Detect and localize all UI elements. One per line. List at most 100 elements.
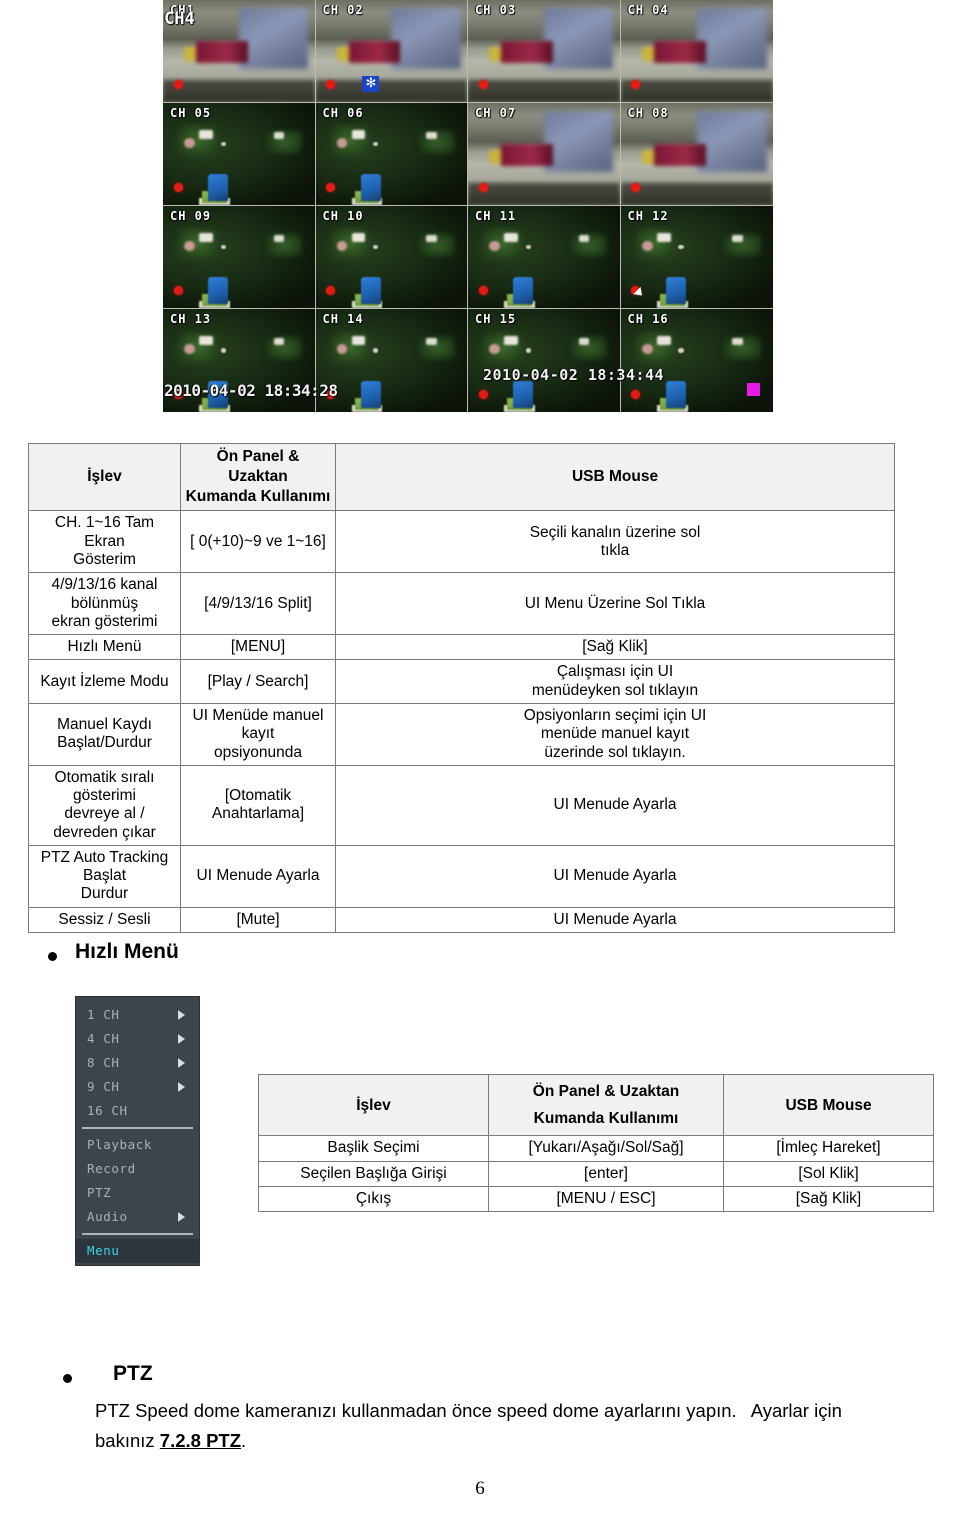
- scene-blob: [184, 46, 209, 62]
- ptz-description-paragraph: PTZ Speed dome kameranızı kullanmadan ön…: [95, 1396, 885, 1456]
- dvr-channel-cell: CH 16: [620, 309, 773, 412]
- section-heading-quick-menu: Hızlı Menü: [75, 940, 179, 963]
- chevron-right-icon: [178, 1212, 185, 1222]
- quick-menu-item-label: 1 CH: [87, 1007, 120, 1022]
- column-header-panel-remote: Ön Panel & Uzaktan Kumanda Kullanımı: [180, 442, 336, 512]
- cell-panel: [ 0(+10)~9 ve 1~16]: [180, 510, 336, 574]
- dvr-channel-cell: CH 03: [468, 0, 621, 103]
- cell-line: üzerinde sol tıklayın.: [544, 743, 686, 761]
- cell-mouse: [Sağ Klik]: [335, 634, 895, 661]
- recording-indicator-icon: [173, 182, 183, 192]
- channel-label: CH 05: [170, 106, 212, 120]
- table-row: Seçilen Başlığa Girişi [enter] [Sol Klik…: [258, 1160, 934, 1187]
- quick-menu-item-label: 4 CH: [87, 1031, 120, 1046]
- quick-menu-item-9ch[interactable]: 9 CH: [76, 1075, 199, 1099]
- table-row: CH. 1~16 Tam Ekran Gösterim [ 0(+10)~9 v…: [28, 510, 895, 574]
- page-number: 6: [475, 1478, 485, 1499]
- cell-function: Sessiz / Sesli: [28, 906, 181, 934]
- quick-menu-item-record[interactable]: Record: [76, 1157, 199, 1181]
- channel-label: CH 12: [627, 209, 669, 223]
- dvr-channel-cell: CH 08: [620, 103, 773, 206]
- cell-line: ekran gösterimi: [51, 612, 158, 630]
- scene-blob: [468, 79, 620, 102]
- channel-label: CH 04: [627, 3, 669, 17]
- quick-menu-item-16ch[interactable]: 16 CH: [76, 1099, 199, 1123]
- cell-panel: [enter]: [488, 1160, 724, 1187]
- cell-mouse: UI Menu Üzerine Sol Tıkla: [335, 572, 895, 636]
- dvr-channel-cell: CH 07: [468, 103, 621, 206]
- quick-menu-item-ptz[interactable]: PTZ: [76, 1181, 199, 1205]
- cell-line: 4/9/13/16 kanal bölünmüş: [51, 576, 158, 612]
- cell-panel: [Mute]: [180, 906, 336, 934]
- table-row: Kayıt İzleme Modu [Play / Search] Çalışm…: [28, 659, 895, 704]
- quick-menu-item-menu[interactable]: Menu: [76, 1239, 199, 1263]
- cell-function: Seçilen Başlığa Girişi: [258, 1160, 489, 1187]
- table-row: Manuel Kaydı Başlat/Durdur UI Menüde man…: [28, 702, 895, 766]
- dvr-channel-cell: CH 15: [468, 309, 621, 412]
- scene-blob: [315, 79, 467, 102]
- cell-line: Seçili kanalın üzerine sol: [529, 523, 701, 541]
- column-header-usb-mouse: USB Mouse: [723, 1073, 934, 1137]
- cell-mouse: Seçili kanalın üzerine sol tıkla: [335, 510, 895, 574]
- quick-menu-item-1ch[interactable]: 1 CH: [76, 1003, 199, 1027]
- recording-indicator-icon: [631, 389, 641, 399]
- header-line-2: Kumanda Kullanımı: [185, 488, 331, 506]
- scene-blob: [489, 46, 514, 62]
- channel-label: CH 09: [170, 209, 212, 223]
- table-header-row: İşlev Ön Panel & Uzaktan Kumanda Kullanı…: [258, 1073, 934, 1137]
- quick-menu-item-label: Audio: [87, 1209, 128, 1224]
- quick-menu-item-8ch[interactable]: 8 CH: [76, 1051, 199, 1075]
- menu-divider: [82, 1233, 193, 1235]
- cell-panel: [Otomatik Anahtarlama]: [180, 764, 336, 846]
- cell-mouse: UI Menude Ayarla: [335, 906, 895, 934]
- dvr-channel-cell: CH 06: [315, 103, 468, 206]
- cell-mouse: [Sağ Klik]: [723, 1185, 934, 1213]
- cell-panel: [Yukarı/Aşağı/Sol/Sağ]: [488, 1135, 724, 1162]
- quick-menu-item-label: Menu: [87, 1243, 120, 1258]
- quick-menu-item-playback[interactable]: Playback: [76, 1133, 199, 1157]
- cell-panel: UI Menüde manuel kayıt opsiyonunda: [180, 702, 336, 766]
- scene-blob: [163, 79, 315, 102]
- ptz-section-reference-link[interactable]: 7.2.8 PTZ: [160, 1430, 241, 1451]
- recording-indicator-icon: [631, 182, 641, 192]
- cell-line: Gösterim: [73, 550, 136, 568]
- channel-label: CH 03: [475, 3, 517, 17]
- chevron-right-icon: [178, 1058, 185, 1068]
- channel-label: CH 11: [475, 209, 517, 223]
- cell-line: Manuel Kaydı: [57, 716, 152, 734]
- cell-function: Kayıt İzleme Modu: [28, 659, 181, 704]
- cell-mouse: UI Menude Ayarla: [335, 764, 895, 846]
- motion-detect-icon: ✻: [362, 75, 380, 92]
- recording-indicator-icon: [478, 285, 488, 295]
- quick-menu-screenshot: 1 CH 4 CH 8 CH 9 CH 16 CH Playback Recor…: [75, 996, 200, 1266]
- channel-label: CH 15: [475, 312, 517, 326]
- cell-line: Durdur: [80, 885, 129, 903]
- cell-function: Manuel Kaydı Başlat/Durdur: [28, 702, 181, 766]
- table-row: 4/9/13/16 kanal bölünmüş ekran gösterimi…: [28, 572, 895, 636]
- dvr-channel-cell: CH 02 ✻: [315, 0, 468, 103]
- table-row: Sessiz / Sesli [Mute] UI Menude Ayarla: [28, 906, 895, 934]
- cell-line: Otomatik sıralı gösterimi: [54, 768, 155, 805]
- menu-navigation-table: İşlev Ön Panel & Uzaktan Kumanda Kullanı…: [258, 1073, 934, 1213]
- menu-divider: [82, 1127, 193, 1129]
- cell-function: Otomatik sıralı gösterimi devreye al / d…: [28, 764, 181, 846]
- chevron-right-icon: [178, 1034, 185, 1044]
- channel-label: CH 10: [322, 209, 364, 223]
- cell-function: Çıkış: [258, 1185, 489, 1213]
- section-heading-ptz: PTZ: [113, 1362, 153, 1385]
- channel-label: CH 02: [322, 3, 364, 17]
- ptz-paragraph-end: .: [241, 1429, 247, 1451]
- quick-menu-item-4ch[interactable]: 4 CH: [76, 1027, 199, 1051]
- quick-menu-item-label: 9 CH: [87, 1079, 120, 1094]
- cell-mouse: UI Menude Ayarla: [335, 844, 895, 908]
- quick-menu-item-audio[interactable]: Audio: [76, 1205, 199, 1229]
- cell-line: menüdeyken sol tıklayın: [531, 681, 699, 699]
- cell-panel: [MENU]: [180, 634, 336, 661]
- channel-overlay-label: CH4: [164, 9, 195, 29]
- shortcuts-table: İşlev Ön Panel & Uzaktan Kumanda Kullanı…: [28, 442, 895, 934]
- quick-menu-item-label: Record: [87, 1161, 136, 1176]
- recording-indicator-icon: [478, 182, 488, 192]
- quick-menu-item-label: 16 CH: [87, 1103, 128, 1118]
- cell-line: Başlat/Durdur: [57, 734, 152, 752]
- dvr-channel-cell: CH1 CH4: [163, 0, 316, 103]
